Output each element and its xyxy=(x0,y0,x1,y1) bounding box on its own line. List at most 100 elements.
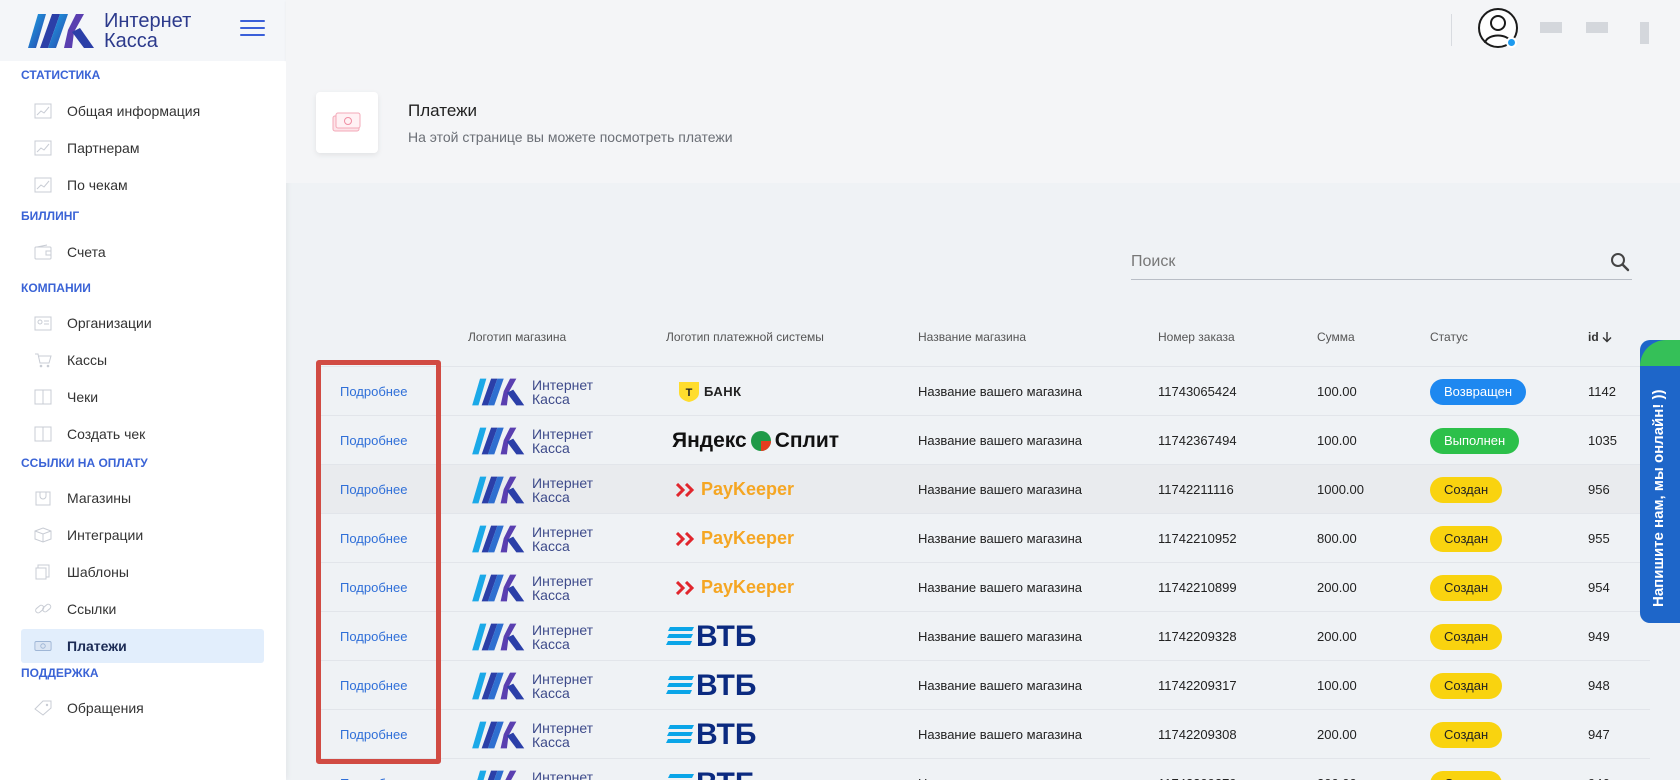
sidebar-item[interactable]: Партнерам xyxy=(21,131,264,165)
sidebar-item[interactable]: Организации xyxy=(21,306,264,340)
details-link[interactable]: Подробнее xyxy=(340,678,407,693)
column-header-payment-logo[interactable]: Логотип платежной системы xyxy=(666,330,824,344)
column-header-id-label: id xyxy=(1588,330,1599,344)
sidebar-item-label: Счета xyxy=(67,244,106,260)
sidebar-item-label: Магазины xyxy=(67,490,132,506)
column-header-id[interactable]: id xyxy=(1588,330,1613,344)
book-icon xyxy=(34,389,52,405)
shop-logo: ИнтернетКасса xyxy=(470,475,593,505)
sidebar-item[interactable]: Платежи xyxy=(21,629,264,663)
blurred-control[interactable] xyxy=(1540,22,1562,33)
column-header-shop-logo[interactable]: Логотип магазина xyxy=(468,330,566,344)
sidebar-item[interactable]: Кассы xyxy=(21,343,264,377)
vtb-stripes-icon xyxy=(666,675,694,694)
shop-name-cell: Название вашего магазина xyxy=(918,759,1082,780)
details-link[interactable]: Подробнее xyxy=(340,482,407,497)
amount-cell: 1000.00 xyxy=(1317,482,1364,497)
shop-name-cell: Название вашего магазина xyxy=(918,384,1082,399)
shop-logo: ИнтернетКасса xyxy=(470,769,593,780)
order-number-cell: 11742209308 xyxy=(1158,727,1237,742)
table-row[interactable]: Подробнее ИнтернетКасса ВТБ Название вашего… xyxy=(316,660,1650,709)
shop-logo-mark-icon xyxy=(472,672,525,699)
wallet-icon xyxy=(34,244,52,260)
menu-toggle-icon[interactable] xyxy=(240,20,265,38)
shop-logo-mark-icon xyxy=(472,476,525,503)
sidebar-item[interactable]: По чекам xyxy=(21,168,264,202)
order-number-cell: 11742210899 xyxy=(1158,580,1237,595)
shop-name-cell: Название вашего магазина xyxy=(918,482,1082,497)
column-header-amount[interactable]: Сумма xyxy=(1317,330,1355,344)
details-link[interactable]: Подробнее xyxy=(340,433,407,448)
table-row[interactable]: Подробнее Интернет Касса Яндекс Сплит Названи… xyxy=(316,415,1650,464)
details-link[interactable]: Подробнее xyxy=(340,776,407,780)
status-badge: Возвращен xyxy=(1430,378,1527,405)
shop-name-cell: Название вашего магазина xyxy=(918,531,1082,546)
id-cell: 948 xyxy=(1588,678,1610,693)
brand-line-2: Касса xyxy=(104,29,158,52)
sidebar-item[interactable]: Общая информация xyxy=(21,94,264,128)
table-row[interactable]: Подробнее Интернет Касса PayKeeper Название … xyxy=(316,513,1650,562)
payments-page-icon xyxy=(316,92,378,153)
paykeeper-logo: PayKeeper xyxy=(676,577,794,598)
table-row[interactable]: Подробнее ИнтернетКасса ВТБ Название вашего… xyxy=(316,758,1650,780)
page-header: Платежи На этой странице вы можете посмо… xyxy=(286,61,1680,183)
chat-widget-label[interactable]: Напишите нам, мы онлайн! )) xyxy=(1650,390,1667,607)
chart-icon xyxy=(34,177,52,193)
online-status-dot xyxy=(1506,37,1517,48)
sidebar-item[interactable]: Счета xyxy=(21,235,264,269)
id-cell: 946 xyxy=(1588,759,1610,780)
details-link[interactable]: Подробнее xyxy=(340,629,407,644)
payment-logo-text: Сплит xyxy=(774,428,840,452)
table-row[interactable]: Подробнее Интернет Касса PayKeeper Название … xyxy=(316,464,1650,513)
svg-text:Т: Т xyxy=(686,387,693,399)
sidebar-item[interactable]: Магазины xyxy=(21,481,264,515)
shop-logo-text: ИнтернетКасса xyxy=(532,376,594,407)
status-badge: Создан xyxy=(1430,623,1503,650)
link-icon xyxy=(34,601,52,617)
vtb-logo: ВТБ xyxy=(666,670,756,700)
sidebar-item[interactable]: Создать чек xyxy=(21,417,264,451)
column-header-shop-name[interactable]: Название магазина xyxy=(918,330,1026,344)
order-number-cell: 11743065424 xyxy=(1158,384,1237,399)
sidebar-item[interactable]: Шаблоны xyxy=(21,555,264,589)
page-title: Платежи xyxy=(408,101,477,120)
column-header-order-number[interactable]: Номер заказа xyxy=(1158,330,1235,344)
vtb-stripes-icon xyxy=(666,626,694,645)
details-link[interactable]: Подробнее xyxy=(340,384,407,399)
shop-logo-mark-icon xyxy=(472,525,525,552)
sidebar-section-title: БИЛЛИНГ xyxy=(21,209,80,223)
brand: Интернет Касса xyxy=(0,0,286,61)
brand-logo[interactable]: Интернет Касса xyxy=(26,11,191,51)
table-row[interactable]: Подробнее ИнтернетКасса ВТБ Название вашего… xyxy=(316,611,1650,660)
sidebar-item-label: Партнерам xyxy=(67,140,140,156)
sidebar-item[interactable]: Обращения xyxy=(21,691,264,725)
details-link[interactable]: Подробнее xyxy=(340,727,407,742)
column-header-status[interactable]: Статус xyxy=(1430,330,1468,344)
status-badge: Выполнен xyxy=(1430,427,1520,454)
shop-logo-mark-icon xyxy=(472,378,525,405)
search-input[interactable] xyxy=(1131,247,1591,277)
table-row[interactable]: Подробнее Интернет Касса PayKeeper Название … xyxy=(316,562,1650,611)
sidebar-item[interactable]: Ссылки xyxy=(21,592,264,626)
table-row[interactable]: Подробнее Интернет Касса Т БАНК Название ваше… xyxy=(316,366,1650,415)
order-number-cell: 11742209328 xyxy=(1158,629,1237,644)
sidebar-section-title: КОМПАНИИ xyxy=(21,281,91,295)
order-number-cell: 11742209279 xyxy=(1158,759,1237,780)
shop-logo: ИнтернетКасса xyxy=(470,671,593,701)
table-row[interactable]: Подробнее ИнтернетКасса ВТБ Название вашего… xyxy=(316,709,1650,758)
id-cell: 1142 xyxy=(1588,384,1616,399)
sidebar-item-label: Создать чек xyxy=(67,426,146,442)
status-badge: Создан xyxy=(1430,770,1503,780)
sidebar-item[interactable]: Чеки xyxy=(21,380,264,414)
shop-logo: ИнтернетКасса xyxy=(470,426,593,456)
topbar-divider xyxy=(1451,14,1452,46)
vtb-logo: ВТБ xyxy=(666,768,756,780)
status-badge: Создан xyxy=(1430,476,1503,503)
blurred-control[interactable] xyxy=(1640,22,1649,44)
sidebar-item[interactable]: Интеграции xyxy=(21,518,264,552)
search-icon[interactable] xyxy=(1610,252,1630,275)
details-link[interactable]: Подробнее xyxy=(340,580,407,595)
details-link[interactable]: Подробнее xyxy=(340,531,407,546)
blurred-control[interactable] xyxy=(1586,22,1608,33)
payment-logo-text: ВТБ xyxy=(696,717,757,751)
